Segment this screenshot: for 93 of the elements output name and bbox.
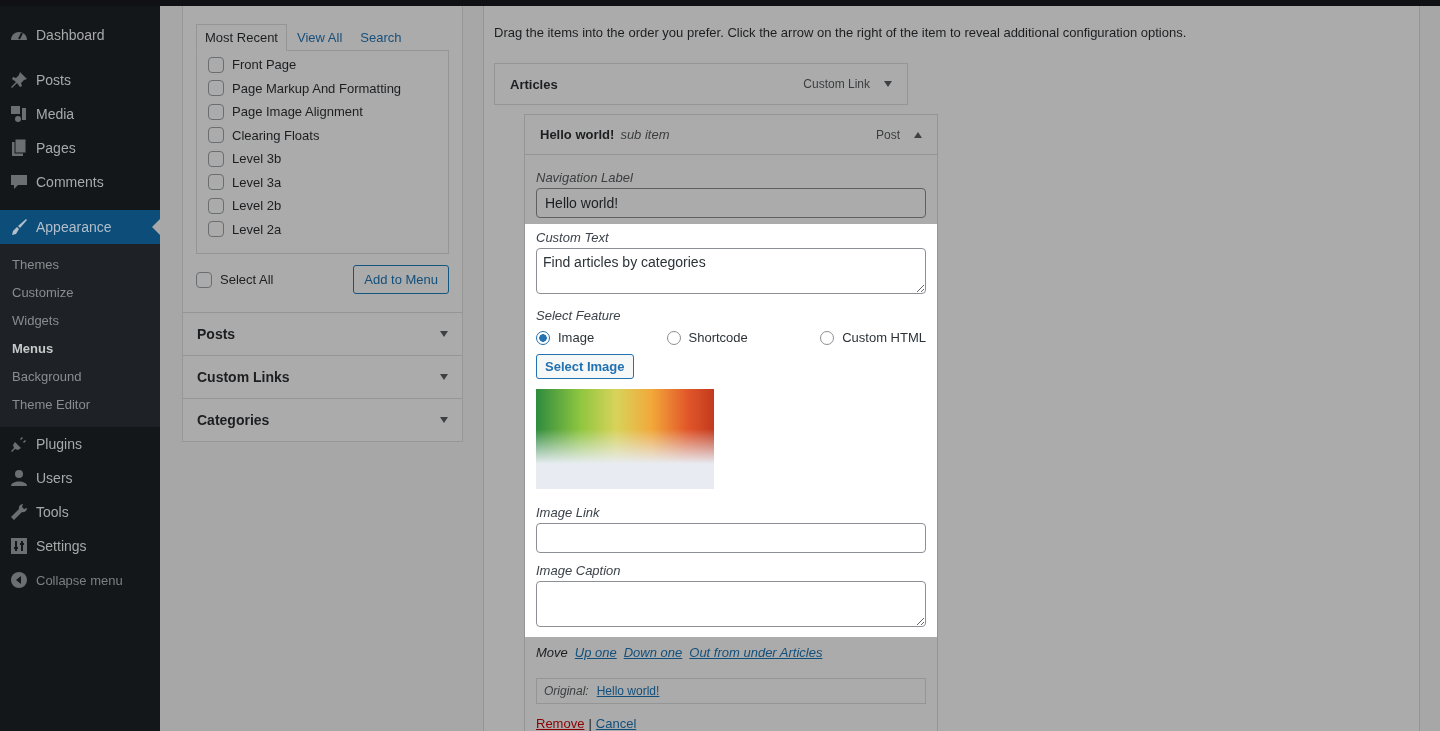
media-icon (9, 104, 29, 124)
accordion-title: Posts (197, 326, 236, 342)
menu-item-header[interactable]: Hello world! sub item Post (525, 115, 937, 155)
field-label: Navigation Label (536, 169, 634, 187)
down-caret-icon[interactable] (884, 81, 892, 87)
left-arrow-circle-icon (9, 570, 29, 590)
checkbox-label: Page Markup And Formatting (232, 80, 402, 96)
checkbox-label: Level 3b (232, 151, 282, 167)
accordion-title: Custom Links (197, 369, 290, 385)
textarea-field[interactable]: Find articles by categories (536, 248, 926, 294)
text-input[interactable] (536, 523, 926, 553)
checkbox-label: Front Page (232, 57, 297, 73)
submenu-item[interactable]: Customize (0, 279, 160, 307)
original-link[interactable]: Hello world! (596, 684, 660, 698)
add-to-menu-button[interactable]: Add to Menu (353, 265, 449, 294)
down-caret-icon[interactable] (440, 374, 448, 380)
radio-button[interactable] (820, 330, 835, 345)
sliders-icon (9, 536, 29, 556)
field-label: Image Caption (536, 562, 622, 580)
checkbox[interactable] (208, 174, 224, 191)
checkbox-label: Level 3a (232, 174, 282, 190)
pin-icon (9, 70, 29, 90)
submenu-item[interactable]: Themes (0, 251, 160, 279)
menu-item-header[interactable]: Articles Custom Link (495, 64, 907, 104)
person-icon (9, 468, 29, 488)
select-image-button[interactable]: Select Image (536, 354, 634, 379)
menu-item-title: Articles (510, 76, 558, 92)
brush-icon (9, 217, 29, 237)
checkbox[interactable] (208, 103, 224, 120)
radio-label: Shortcode (688, 330, 748, 345)
move-link[interactable]: Down one (623, 645, 683, 660)
sidebar-item[interactable]: Tools (0, 495, 160, 529)
menu-item-type: Post (876, 127, 900, 142)
accordion-header[interactable]: Categories (183, 398, 462, 441)
wrench-icon (9, 502, 29, 522)
checkbox[interactable] (196, 271, 212, 288)
submenu-item[interactable]: Menus (0, 335, 160, 363)
accordion-header[interactable]: Custom Links (183, 355, 462, 398)
menu-item-title: Hello world! (540, 127, 615, 142)
radio-button[interactable] (666, 330, 681, 345)
checkbox[interactable] (208, 127, 224, 144)
sidebar-item[interactable]: Comments (0, 165, 160, 199)
submenu-item[interactable]: Widgets (0, 307, 160, 335)
speech-bubble-icon (9, 172, 29, 192)
move-label: Move (536, 645, 568, 660)
checkbox[interactable] (208, 221, 224, 238)
submenu-item[interactable]: Theme Editor (0, 391, 160, 419)
sidebar-item[interactable]: Users (0, 461, 160, 495)
submenu-item[interactable]: Background (0, 363, 160, 391)
checkbox-label: Clearing Floats (232, 127, 320, 143)
checkbox-label: Page Image Alignment (232, 104, 363, 120)
sidebar-item[interactable]: Appearance (0, 210, 160, 244)
field-label: Select Feature (536, 307, 622, 325)
checkbox[interactable] (208, 56, 224, 73)
down-caret-icon[interactable] (440, 417, 448, 423)
tab[interactable]: View All (289, 25, 351, 50)
checkbox-label: Level 2b (232, 198, 282, 214)
checkbox[interactable] (208, 80, 224, 97)
accordion-header[interactable]: Posts (183, 312, 462, 355)
sidebar-item[interactable]: Media (0, 97, 160, 131)
remove-link[interactable]: Remove (536, 716, 585, 731)
radio-label: Custom HTML (842, 330, 926, 345)
separator-text: | (588, 716, 592, 731)
field-label: Image Link (536, 504, 601, 522)
move-link[interactable]: Up one (574, 645, 617, 660)
move-link[interactable]: Out from under Articles (689, 645, 823, 660)
menu-item-subtitle: sub item (620, 127, 670, 142)
up-caret-icon[interactable] (914, 131, 922, 138)
checkbox-label: Level 2a (232, 221, 282, 237)
radio-button[interactable] (536, 330, 550, 345)
textarea-field[interactable] (536, 581, 926, 627)
checkbox[interactable] (208, 150, 224, 167)
field-label: Custom Text (536, 229, 610, 247)
sidebar-item[interactable]: Posts (0, 63, 160, 97)
down-caret-icon[interactable] (440, 331, 448, 337)
original-label: Original: (544, 684, 589, 698)
checkbox-label: Select All (220, 272, 274, 287)
checkbox[interactable] (208, 197, 224, 214)
sidebar-item[interactable]: Settings (0, 529, 160, 563)
radio-label: Image (558, 330, 595, 345)
accordion-title: Categories (197, 412, 270, 428)
collapse-menu-button[interactable]: Collapse menu (0, 563, 160, 597)
tab[interactable]: Most Recent (196, 24, 287, 51)
text-input[interactable]: Hello world! (536, 188, 926, 218)
menu-item-type: Custom Link (803, 77, 870, 91)
cancel-link[interactable]: Cancel (595, 716, 637, 731)
tab[interactable]: Search (352, 25, 410, 50)
sidebar-item[interactable]: Dashboard (0, 18, 160, 52)
sidebar-item[interactable]: Pages (0, 131, 160, 165)
sidebar-item[interactable]: Plugins (0, 427, 160, 461)
pages-icon (9, 138, 29, 158)
plug-icon (9, 434, 29, 454)
instructions-text: Drag the items into the order you prefer. Click the arrow on the right of the item to reveal additional configuration options. (494, 25, 1188, 40)
